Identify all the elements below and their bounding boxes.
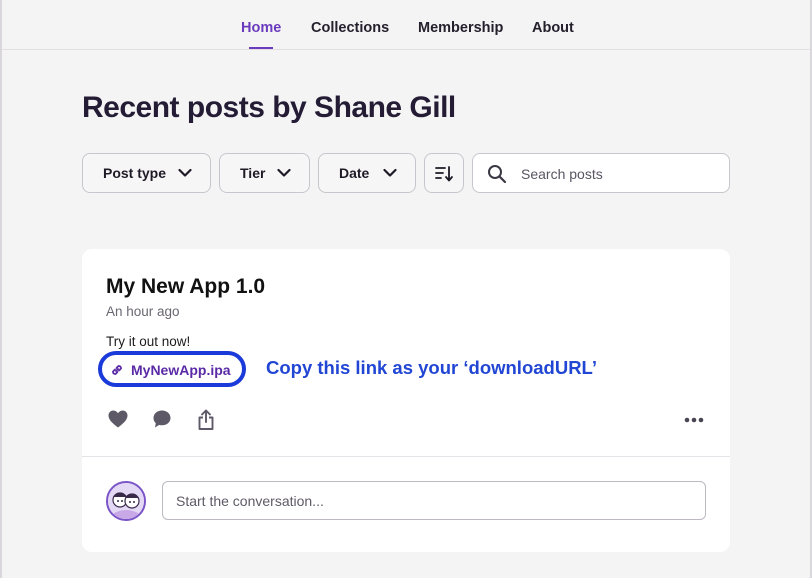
top-nav: Home Collections Membership About xyxy=(2,0,810,50)
date-filter-label: Date xyxy=(339,165,370,181)
heart-icon[interactable] xyxy=(107,409,129,429)
page-title: Recent posts by Shane Gill xyxy=(82,91,456,124)
avatar-illustration xyxy=(108,483,144,519)
post-type-filter-label: Post type xyxy=(103,165,167,181)
tier-filter[interactable]: Tier xyxy=(219,153,310,193)
search-icon xyxy=(488,165,507,184)
comment-icon[interactable] xyxy=(152,409,172,429)
tier-filter-label: Tier xyxy=(240,165,266,181)
more-icon[interactable] xyxy=(684,417,704,423)
search-box xyxy=(472,153,730,193)
link-icon xyxy=(112,365,122,375)
comment-input[interactable] xyxy=(162,481,706,520)
post-card: My New App 1.0 An hour ago Try it out no… xyxy=(82,249,730,552)
attachment-link[interactable]: MyNewApp.ipa xyxy=(98,351,246,387)
share-icon[interactable] xyxy=(197,409,215,431)
nav-active-indicator xyxy=(249,47,273,49)
post-body: Try it out now! xyxy=(106,334,191,349)
post-type-filter[interactable]: Post type xyxy=(82,153,211,193)
search-input[interactable] xyxy=(521,163,721,185)
sort-icon xyxy=(435,166,453,182)
avatar xyxy=(106,481,146,521)
chevron-down-icon xyxy=(277,168,291,177)
chevron-down-icon xyxy=(178,168,192,177)
nav-collections[interactable]: Collections xyxy=(311,20,389,36)
left-edge xyxy=(0,0,2,578)
nav-about[interactable]: About xyxy=(532,20,574,36)
nav-membership[interactable]: Membership xyxy=(418,20,503,36)
date-filter[interactable]: Date xyxy=(318,153,416,193)
post-timestamp: An hour ago xyxy=(106,304,180,319)
sort-button[interactable] xyxy=(424,153,464,193)
comment-divider xyxy=(82,456,730,457)
chevron-down-icon xyxy=(383,168,397,177)
annotation-text: Copy this link as your ‘downloadURL’ xyxy=(266,357,597,378)
attachment-filename: MyNewApp.ipa xyxy=(131,362,231,378)
nav-home[interactable]: Home xyxy=(241,20,281,36)
post-title[interactable]: My New App 1.0 xyxy=(106,275,265,299)
